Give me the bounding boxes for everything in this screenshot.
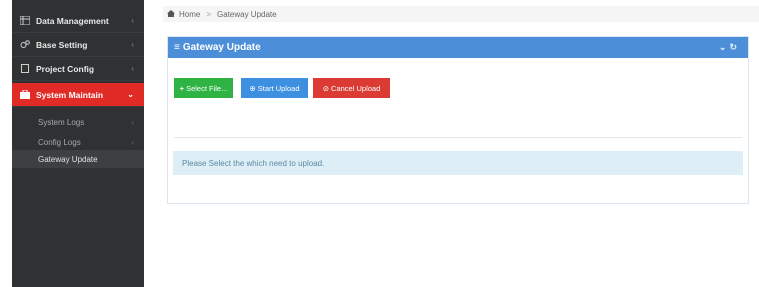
start-upload-button[interactable]: ⊕ Start Upload	[241, 78, 308, 98]
sidebar-subitem-label: Config Logs	[38, 137, 81, 147]
sidebar-item-label: Data Management	[36, 15, 109, 26]
sidebar-subitem-config-logs[interactable]: Config Logs ‹	[12, 133, 144, 151]
grid-icon	[19, 15, 31, 26]
ban-icon: ⊘	[322, 83, 330, 93]
breadcrumb-separator: >	[206, 9, 212, 19]
refresh-icon[interactable]: ↻	[729, 42, 740, 52]
chevron-left-icon: ‹	[131, 16, 134, 25]
cancel-upload-button[interactable]: ⊘ Cancel Upload	[313, 78, 390, 98]
collapse-icon[interactable]: ⌄	[719, 42, 730, 52]
sidebar-item-label: Project Config	[36, 63, 95, 74]
sidebar-item-data-management[interactable]: Data Management ‹	[12, 9, 144, 33]
start-upload-label: Start Upload	[257, 83, 300, 93]
select-file-button[interactable]: + Select File...	[174, 78, 233, 98]
sidebar: Data Management ‹ Base Setting ‹ Project…	[12, 0, 144, 287]
panel-tools: ⌄↻	[719, 42, 740, 53]
toolbox-icon	[20, 89, 30, 99]
breadcrumb: Home > Gateway Update	[163, 6, 759, 22]
sidebar-subitem-label: System Logs	[38, 117, 85, 127]
select-file-label: Select File...	[186, 83, 228, 93]
upload-info-message: Please Select the which need to upload.	[173, 151, 743, 175]
chevron-left-icon: ‹	[131, 137, 134, 147]
upload-icon: ⊕	[249, 83, 256, 93]
gateway-update-panel: ≡ Gateway Update ⌄↻ + Select File... ⊕ S…	[167, 36, 749, 204]
divider	[174, 137, 742, 138]
sidebar-item-project-config[interactable]: Project Config ‹	[12, 57, 144, 81]
file-icon	[20, 64, 30, 73]
panel-header: ≡ Gateway Update ⌄↻	[168, 37, 748, 58]
sidebar-item-base-setting[interactable]: Base Setting ‹	[12, 33, 144, 57]
cancel-upload-label: Cancel Upload	[331, 83, 381, 93]
plus-icon: +	[179, 83, 185, 93]
breadcrumb-home-link[interactable]: Home	[179, 10, 200, 19]
list-icon: ≡	[174, 42, 180, 53]
sidebar-item-label: System Maintain	[36, 89, 104, 100]
sidebar-item-label: Base Setting	[36, 39, 88, 50]
gears-icon	[20, 40, 30, 49]
home-icon	[167, 9, 175, 19]
chevron-left-icon: ‹	[131, 40, 134, 49]
chevron-down-icon: ⌄	[127, 90, 134, 99]
sidebar-subitem-system-logs[interactable]: System Logs ‹	[12, 113, 144, 131]
breadcrumb-current: Gateway Update	[217, 9, 277, 19]
panel-title: Gateway Update	[182, 42, 261, 53]
sidebar-item-system-maintain[interactable]: System Maintain ⌄	[12, 83, 144, 107]
sidebar-subitem-label: Gateway Update	[38, 154, 98, 164]
sidebar-subitem-gateway-update[interactable]: Gateway Update	[12, 150, 144, 168]
chevron-left-icon: ‹	[131, 117, 134, 127]
chevron-left-icon: ‹	[131, 64, 134, 73]
